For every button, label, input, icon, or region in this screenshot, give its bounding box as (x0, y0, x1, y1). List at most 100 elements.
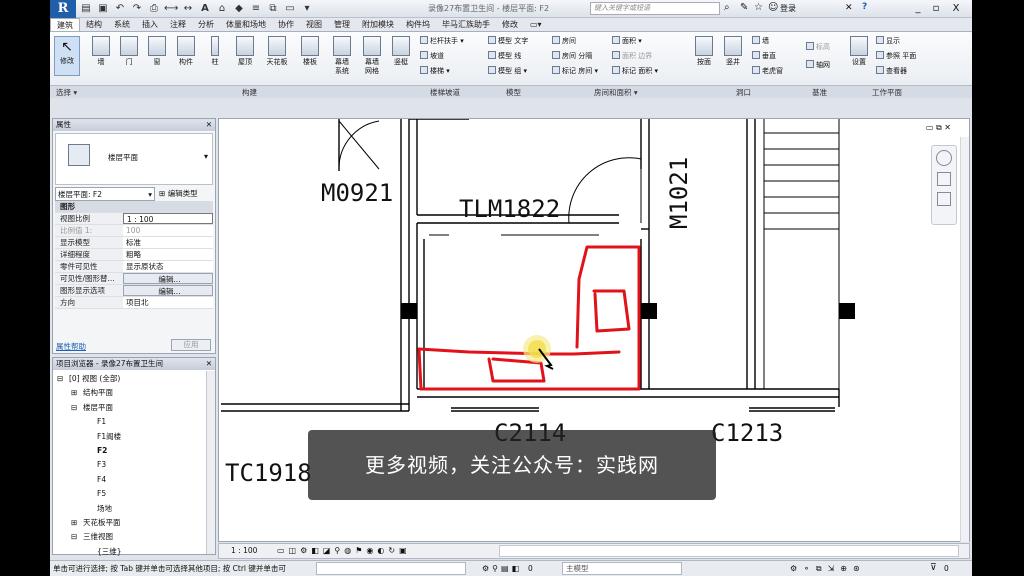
tab-manage[interactable]: 管理 (328, 18, 356, 31)
search-icon[interactable]: ⌕ (724, 2, 730, 13)
section-icon[interactable]: ◆ (232, 3, 246, 15)
steering-wheel-icon[interactable] (936, 150, 952, 166)
viewer-button[interactable]: 查看器 (876, 66, 907, 77)
tab-structure[interactable]: 结构 (80, 18, 108, 31)
zoom-icon[interactable] (937, 172, 951, 186)
redo-icon[interactable]: ↷ (130, 3, 144, 15)
browser-node[interactable]: {三维} (53, 545, 215, 559)
tab-massing[interactable]: 体量和场地 (220, 18, 272, 31)
text-icon[interactable]: A (198, 3, 212, 15)
type-selector[interactable]: 楼层平面 ▾ (55, 133, 213, 185)
model-text-button[interactable]: 模型 文字 (488, 36, 528, 47)
level-button[interactable]: 标高 (806, 42, 830, 53)
help-icon[interactable]: ? (862, 2, 867, 12)
room-separator-button[interactable]: 房间 分隔 (552, 51, 592, 62)
vertical-opening-button[interactable]: 垂直 (752, 51, 776, 62)
vertical-scrollbar[interactable] (960, 137, 969, 542)
view-scale-field[interactable]: 1 : 100 (123, 213, 213, 224)
browser-node[interactable]: F2 (53, 444, 215, 458)
apply-button[interactable]: 应用 (171, 339, 211, 351)
horizontal-scrollbar[interactable] (499, 545, 959, 557)
expander-icon[interactable]: ⊟ (71, 530, 83, 544)
browser-node[interactable]: ⊟ 三维视图 (53, 530, 215, 544)
room-button[interactable]: 房间 (552, 36, 576, 47)
door-tag-m0921[interactable]: M0921 (321, 179, 393, 207)
browser-node[interactable]: F4 (53, 473, 215, 487)
browser-node[interactable]: ⊟ [0] 视图 (全部) (53, 372, 215, 386)
ceiling-button[interactable]: 天花板 (262, 36, 292, 67)
workset-field[interactable] (316, 562, 466, 575)
close-icon[interactable]: ✕ (944, 123, 951, 132)
browser-node[interactable]: ⊞ 天花板平面 (53, 516, 215, 530)
component-button[interactable]: 构件 (172, 36, 200, 67)
ribbon-minimize-toggle[interactable]: ▭▾ (524, 18, 548, 31)
roof-button[interactable]: 屋顶 (230, 36, 260, 67)
switch-windows-icon[interactable]: ▭ (283, 3, 297, 15)
property-value[interactable]: 标准 (123, 237, 213, 248)
model-group-button[interactable]: 模型 组 ▾ (488, 66, 527, 77)
tab-analyze[interactable]: 分析 (192, 18, 220, 31)
status-icons[interactable]: ⚙⚲▤◧ (482, 561, 522, 576)
tab-insert[interactable]: 插入 (136, 18, 164, 31)
properties-help-link[interactable]: 属性帮助 (56, 341, 86, 352)
tag-area-button[interactable]: 标记 面积 ▾ (612, 66, 658, 77)
property-value[interactable]: 粗略 (123, 249, 213, 260)
print-icon[interactable]: ⎙ (147, 3, 161, 15)
window-button[interactable]: 窗 (144, 36, 170, 67)
edit-type-button[interactable]: ⊞ 编辑类型 (155, 187, 198, 201)
show-workplane-button[interactable]: 显示 (876, 36, 900, 47)
set-workplane-button[interactable]: 设置 (848, 36, 870, 67)
door-button[interactable]: 门 (116, 36, 142, 67)
search-input[interactable]: 键入关键字或短语 (590, 2, 720, 15)
vg-overrides-edit-button[interactable]: 编辑... (123, 273, 213, 284)
design-option-field[interactable]: 主模型 (562, 562, 682, 575)
tab-annotate[interactable]: 注释 (164, 18, 192, 31)
panel-room-area[interactable]: 房间和面积 ▾ (594, 87, 638, 98)
browser-node[interactable]: F1 (53, 415, 215, 429)
graphic-display-edit-button[interactable]: 编辑... (123, 285, 213, 296)
communication-icon[interactable]: ☆ (754, 2, 763, 13)
browser-scrollbar[interactable] (206, 371, 215, 554)
browser-node[interactable]: F3 (53, 458, 215, 472)
tab-view[interactable]: 视图 (300, 18, 328, 31)
user-icon[interactable]: ☺ (768, 2, 778, 13)
ramp-button[interactable]: 坡道 (420, 51, 444, 62)
section-graphics[interactable]: 图形 (55, 201, 213, 213)
restore-icon[interactable]: ▭ (926, 123, 934, 132)
property-value[interactable]: 显示原状态 (123, 261, 213, 272)
door-tag-tlm1822[interactable]: TLM1822 (459, 195, 560, 223)
wall-button[interactable]: 墙 (88, 36, 114, 67)
floor-button[interactable]: 楼板 (296, 36, 324, 67)
expander-icon[interactable]: ⊞ (71, 386, 83, 400)
filter-icon[interactable]: ⊽ (930, 561, 937, 576)
curtain-system-button[interactable]: 幕墙 系统 (328, 36, 356, 76)
wall-opening-button[interactable]: 墙 (752, 36, 769, 47)
curtain-grid-button[interactable]: 幕墙 网格 (358, 36, 386, 76)
area-button[interactable]: 面积 ▾ (612, 36, 642, 47)
modify-button[interactable]: ↖ 修改 (54, 36, 80, 76)
dormer-button[interactable]: 老虎窗 (752, 66, 783, 77)
view-control-icons[interactable]: ▭◫⚙◧◪⚲◍⚑◉◐↻▣ (277, 544, 411, 558)
3d-view-icon[interactable]: ⌂ (215, 3, 229, 15)
selection-toggle-icons[interactable]: ⚙⚬⧉⇲⊕⊛ (790, 561, 866, 576)
browser-node[interactable]: ⊞ 结构平面 (53, 386, 215, 400)
measure-icon[interactable]: ⟷ (164, 3, 178, 15)
property-value[interactable]: 项目北 (123, 297, 213, 308)
browser-node[interactable]: 场地 (53, 502, 215, 516)
panel-select[interactable]: 选择 ▾ (56, 87, 77, 98)
exchange-icon[interactable]: ✕ (845, 3, 853, 13)
maximize-icon[interactable]: ⧉ (936, 123, 942, 132)
pan-icon[interactable] (937, 192, 951, 206)
tab-modify[interactable]: 修改 (496, 18, 524, 31)
close-icon[interactable]: ✕ (206, 119, 212, 131)
ref-plane-button[interactable]: 参照 平面 (876, 51, 916, 62)
tab-architecture[interactable]: 建筑 (50, 18, 80, 31)
expander-icon[interactable]: ⊟ (57, 372, 69, 386)
door-tag-m1021[interactable]: M1021 (665, 157, 693, 229)
open-icon[interactable]: ▤ (79, 3, 93, 15)
expander-icon[interactable]: ⊟ (71, 401, 83, 415)
save-icon[interactable]: ▣ (96, 3, 110, 15)
view-scale[interactable]: 1 : 100 (231, 544, 257, 558)
stair-button[interactable]: 楼梯 ▾ (420, 66, 450, 77)
railing-button[interactable]: 栏杆扶手 ▾ (420, 36, 464, 47)
